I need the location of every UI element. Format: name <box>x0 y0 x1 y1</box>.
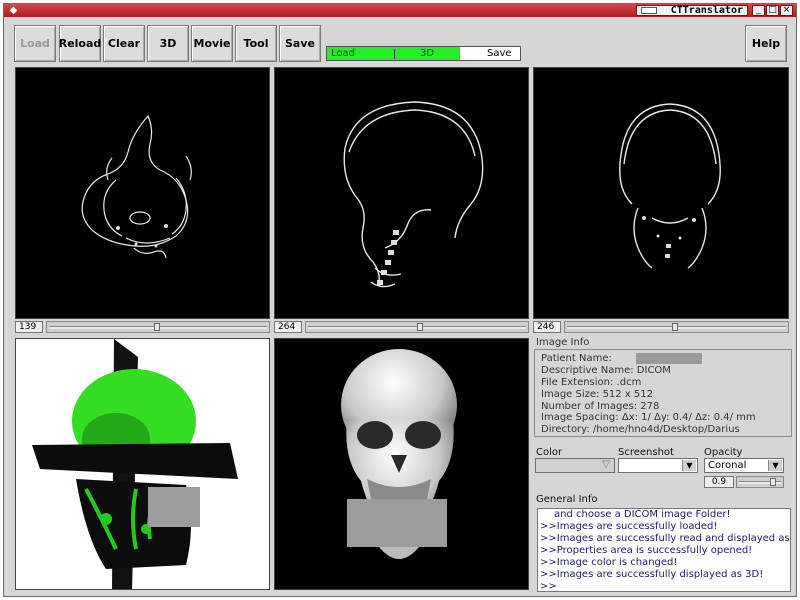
image-spacing-row: Image Spacing: Δx: 1/ Δy: 0.4/ Δz: 0.4/ … <box>541 412 756 423</box>
log-line: >>Images are successfully displayed as 3… <box>540 569 764 580</box>
directory-row: Directory: /home/hno4d/Desktop/Darius <box>541 424 740 435</box>
log-line: >>Image color is changed! <box>540 557 678 568</box>
image-info-heading: Image Info <box>536 337 590 348</box>
coronal-ct-slice <box>619 103 721 269</box>
color-label: Color <box>536 447 563 458</box>
color-select[interactable]: ▽ <box>535 458 615 473</box>
tool-button[interactable]: Tool <box>235 25 277 62</box>
progress-step-save: Save <box>487 48 512 59</box>
movie-button[interactable]: Movie <box>191 25 233 62</box>
opacity-plane-select[interactable]: Coronal ▼ <box>704 458 784 473</box>
log-line: >>Images are successfully loaded! <box>540 521 718 532</box>
load-button[interactable]: Load <box>14 25 56 62</box>
system-menu-icon[interactable]: ◆ <box>8 5 19 16</box>
axial-slider-handle[interactable] <box>154 323 160 331</box>
log-line: and choose a DICOM image Folder! <box>554 509 731 520</box>
sagittal-ct-slice <box>343 101 484 288</box>
image-size-row: Image Size: 512 x 512 <box>541 389 654 400</box>
progress-divider <box>394 49 395 59</box>
sagittal-slider-handle[interactable] <box>417 323 423 331</box>
coronal-slice-slider[interactable] <box>564 321 789 333</box>
sagittal-slice-number[interactable]: 264 <box>274 321 302 333</box>
chevron-down-icon[interactable]: ▼ <box>768 460 782 471</box>
save-button[interactable]: Save <box>279 25 321 62</box>
orthoplanes-3d-view[interactable] <box>15 338 270 590</box>
general-info-log[interactable]: and choose a DICOM image Folder! >>Image… <box>537 508 791 592</box>
opacity-slider-handle[interactable] <box>770 478 776 486</box>
descriptive-name-row: Descriptive Name: DICOM <box>541 365 671 376</box>
window-title: CTTranslator <box>636 5 748 16</box>
opacity-slider[interactable] <box>736 476 784 488</box>
sagittal-view[interactable] <box>274 67 529 319</box>
coronal-slice-number[interactable]: 246 <box>533 321 561 333</box>
axial-slice-slider[interactable] <box>46 321 270 333</box>
clear-button[interactable]: Clear <box>103 25 145 62</box>
axial-slice-number[interactable]: 139 <box>15 321 43 333</box>
patient-name-row: Patient Name: <box>541 353 612 364</box>
axial-ct-slice <box>81 114 192 259</box>
progress-step-3d: 3D <box>420 48 435 59</box>
3d-button[interactable]: 3D <box>147 25 189 62</box>
workflow-progress-bar: Load 3D Save <box>326 46 521 61</box>
log-line: >>Properties area is successfully opened… <box>540 545 753 556</box>
minimize-button[interactable]: _ <box>752 5 765 16</box>
coronal-view[interactable] <box>533 67 789 319</box>
axial-view[interactable] <box>15 67 270 319</box>
skull-render <box>341 349 457 559</box>
chevron-down-icon[interactable]: ▼ <box>682 460 696 471</box>
app-window: ◆ CTTranslator _ □ × Load Reload Clear 3… <box>3 3 797 597</box>
progress-step-load: Load <box>331 48 355 59</box>
log-line: >> <box>540 581 557 592</box>
title-bar[interactable]: ◆ CTTranslator _ □ × <box>4 4 796 17</box>
orthoplanes-render <box>32 339 238 589</box>
opacity-value[interactable]: 0.9 <box>704 476 734 488</box>
reload-button[interactable]: Reload <box>59 25 101 62</box>
screenshot-select[interactable]: ▼ <box>618 458 698 473</box>
log-line: >>Images are successfully read and displ… <box>540 533 791 544</box>
window-app-icon <box>641 7 657 14</box>
chevron-down-icon: ▽ <box>602 459 610 470</box>
screenshot-label: Screenshot <box>618 447 674 458</box>
number-of-images-row: Number of Images: 278 <box>541 401 660 412</box>
close-button[interactable]: × <box>780 5 793 16</box>
help-button[interactable]: Help <box>745 25 787 62</box>
skull-3d-view[interactable] <box>274 338 529 590</box>
coronal-slider-handle[interactable] <box>672 323 678 331</box>
general-info-heading: General Info <box>536 494 598 505</box>
maximize-button[interactable]: □ <box>766 5 779 16</box>
sagittal-slice-slider[interactable] <box>305 321 529 333</box>
patient-name-redacted <box>636 353 702 364</box>
opacity-label: Opacity <box>704 447 743 458</box>
file-extension-row: File Extension: .dcm <box>541 377 642 388</box>
